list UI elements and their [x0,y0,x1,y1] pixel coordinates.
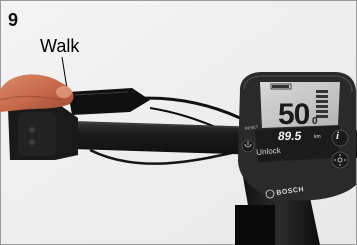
grip-button [29,127,35,133]
step-number: 9 [8,10,19,30]
lcd-odometer: 89.5 [277,129,303,143]
stem-base [235,205,275,245]
lcd-speed-decimal: 0 [312,116,318,127]
lcd-odometer-unit: km [314,134,321,140]
thumbnail [56,86,72,98]
walk-callout-label: Walk [40,36,80,56]
grip-end [18,112,56,156]
lcd-speed-value: 50 [278,98,310,131]
info-button [331,129,349,147]
grip-button [29,139,35,145]
info-button-label: i [336,130,340,142]
lcd-battery-fill [272,85,289,88]
instruction-figure: 9 Walk 50 0 89.5 km Unlock RESET i BOSCH [0,0,357,245]
